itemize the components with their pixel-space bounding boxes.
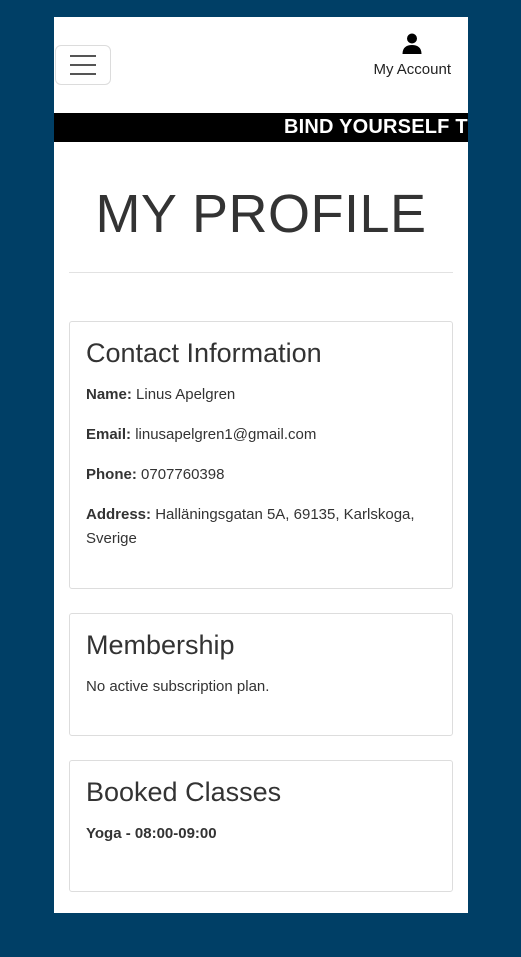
address-label: Address: xyxy=(86,506,152,523)
email-label: Email: xyxy=(86,426,132,443)
contact-information-heading: Contact Information xyxy=(86,338,322,368)
hamburger-menu-icon-bar xyxy=(70,73,96,75)
membership-card: Membership No active subscription plan. xyxy=(69,613,453,736)
membership-heading: Membership xyxy=(86,630,235,660)
name-label: Name: xyxy=(86,386,132,403)
email-value: linusapelgren1@gmail.com xyxy=(135,426,317,443)
hamburger-menu-icon-bar xyxy=(70,64,96,66)
contact-phone: Phone: 0707760398 xyxy=(86,463,436,487)
name-value: Linus Apelgren xyxy=(136,386,236,403)
booked-classes-heading: Booked Classes xyxy=(86,777,282,807)
ticker-text: BIND YOURSELF TO xyxy=(284,116,468,138)
hamburger-menu-icon xyxy=(70,55,96,57)
page-title: MY PROFILE xyxy=(95,184,427,244)
menu-toggle-button[interactable] xyxy=(55,45,111,85)
ticker-banner: BIND YOURSELF TO xyxy=(54,113,468,142)
contact-email: Email: linusapelgren1@gmail.com xyxy=(86,423,436,447)
contact-name: Name: Linus Apelgren xyxy=(86,383,436,407)
contact-address: Address: Halläningsgatan 5A, 69135, Karl… xyxy=(86,503,436,551)
phone-label: Phone: xyxy=(86,466,137,483)
my-account-link[interactable]: My Account xyxy=(373,33,451,78)
user-icon xyxy=(402,33,422,54)
navbar: My Account xyxy=(54,17,468,113)
my-account-label: My Account xyxy=(373,61,451,78)
booked-classes-card: Booked Classes Yoga - 08:00-09:00 xyxy=(69,760,453,892)
phone-value: 0707760398 xyxy=(141,466,225,483)
booked-class-item: Yoga - 08:00-09:00 xyxy=(86,825,217,842)
title-divider xyxy=(69,272,453,273)
page-container: My Account BIND YOURSELF TO MY PROFILE C… xyxy=(54,17,468,913)
membership-status: No active subscription plan. xyxy=(86,678,270,695)
contact-information-card: Contact Information Name: Linus Apelgren… xyxy=(69,321,453,589)
